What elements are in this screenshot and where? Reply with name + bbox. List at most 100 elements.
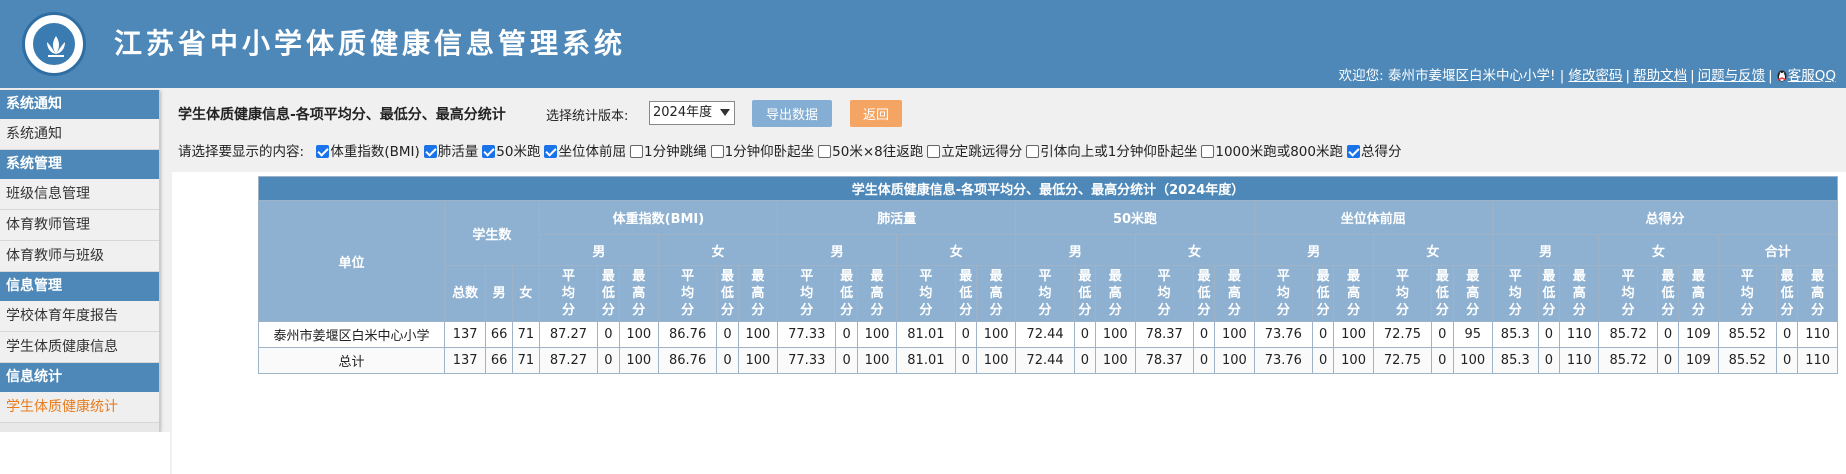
option-1[interactable]: 肺活量: [423, 140, 478, 160]
app-header: 江苏省中小学体质健康信息管理系统 欢迎您: 泰州市姜堰区白米中心小学! | 修改…: [0, 0, 1846, 88]
option-checkbox[interactable]: [316, 145, 330, 158]
option-6[interactable]: 50米×8往返跑: [818, 140, 923, 160]
value-cell: 100: [737, 347, 779, 374]
option-0[interactable]: 体重指数(BMI): [316, 140, 420, 160]
stat-sub-header: 最低分: [1775, 265, 1799, 322]
value-cell: 100: [975, 321, 1017, 348]
value-cell: 0: [1656, 321, 1680, 348]
sidebar-section-info: 信息管理: [0, 272, 159, 301]
value-cell: 100: [737, 321, 779, 348]
value-cell: 0: [1431, 347, 1454, 374]
option-label: 引体向上或1分钟仰卧起坐: [1040, 144, 1198, 160]
value-cell: 100: [618, 347, 659, 374]
option-checkbox[interactable]: [1201, 145, 1215, 158]
value-cell: 0: [1192, 321, 1216, 348]
option-checkbox[interactable]: [629, 145, 643, 158]
customer-qq-link[interactable]: 客服QQ: [1788, 68, 1836, 84]
stat-sub-header: 最低分: [1311, 265, 1335, 322]
value-cell: 77.33: [777, 347, 837, 374]
header-text: 最高分: [1227, 269, 1241, 318]
option-8[interactable]: 引体向上或1分钟仰卧起坐: [1026, 140, 1197, 160]
stat-sub-header: 最低分: [1192, 265, 1216, 322]
male-header: 男: [1491, 234, 1600, 266]
value-cell: 81.01: [896, 321, 956, 348]
female-header: 女: [1598, 234, 1719, 266]
header-text: 最高分: [1691, 269, 1705, 318]
feedback-link[interactable]: 问题与反馈: [1698, 68, 1766, 84]
option-checkbox[interactable]: [1026, 145, 1040, 158]
header-text: 平均分: [800, 269, 814, 318]
sidebar-item-annual-report[interactable]: 学校体育年度报告: [0, 301, 159, 332]
value-cell: 110: [1797, 321, 1838, 348]
value-cell: 0: [1073, 347, 1097, 374]
sidebar-item-health-stats[interactable]: 学生体质健康统计: [0, 392, 159, 423]
option-checkbox[interactable]: [927, 145, 941, 158]
header-text: 最高分: [1108, 269, 1122, 318]
header-text: 平均分: [561, 269, 575, 318]
option-2[interactable]: 50米跑: [482, 140, 540, 160]
female-header: 女: [1134, 234, 1255, 266]
header-text: 最高分: [1466, 269, 1480, 318]
option-5[interactable]: 1分钟仰卧起坐: [710, 140, 814, 160]
value-cell: 0: [716, 321, 739, 348]
stat-sub-header: 最低分: [954, 265, 977, 322]
option-10[interactable]: 总得分: [1346, 140, 1401, 160]
sidebar-item-system-notice[interactable]: 系统通知: [0, 119, 159, 150]
value-cell: 71: [512, 321, 540, 348]
sidebar-item-student-health-info[interactable]: 学生体质健康信息: [0, 332, 159, 363]
value-cell: 77.33: [777, 321, 837, 348]
sidebar-item-teacher-management[interactable]: 体育教师管理: [0, 210, 159, 241]
sidebar-item-teacher-class[interactable]: 体育教师与班级: [0, 241, 159, 272]
option-checkbox[interactable]: [423, 145, 437, 158]
option-7[interactable]: 立定跳远得分: [927, 140, 1022, 160]
sidebar-item-class-management[interactable]: 班级信息管理: [0, 179, 159, 210]
header-text: 平均分: [1740, 269, 1754, 318]
change-password-link[interactable]: 修改密码: [1569, 68, 1623, 84]
option-checkbox[interactable]: [710, 145, 724, 158]
value-cell: 100: [1095, 347, 1136, 374]
value-cell: 87.27: [538, 321, 599, 348]
table-row: 泰州市姜堰区白米中心小学 137 66 71 87.27 0 100 86.76 0 100 77.…: [258, 321, 1838, 348]
value-cell: 85.3: [1491, 321, 1539, 348]
option-checkbox[interactable]: [544, 145, 558, 158]
version-select[interactable]: 2024年度: [649, 101, 735, 125]
option-checkbox[interactable]: [1346, 145, 1360, 158]
display-options-label: 请选择要显示的内容:: [178, 144, 305, 160]
option-checkbox[interactable]: [482, 145, 496, 158]
header-text: 平均分: [1038, 269, 1052, 318]
back-button[interactable]: 返回: [850, 100, 902, 127]
header-text: 最低分: [1661, 269, 1675, 318]
header-text: 最高分: [870, 269, 884, 318]
stat-sub-header: 平均分: [538, 265, 599, 322]
male-header: 男: [777, 234, 898, 266]
item-header: 坐位体前屈: [1253, 200, 1493, 235]
male-header: 男: [538, 234, 659, 266]
header-text: 最低分: [1435, 269, 1449, 318]
header-text: 最高分: [751, 269, 765, 318]
help-docs-link[interactable]: 帮助文档: [1633, 68, 1687, 84]
value-cell: 100: [1214, 347, 1255, 374]
value-cell: 0: [1431, 321, 1454, 348]
value-cell: 72.75: [1372, 321, 1433, 348]
option-3[interactable]: 坐位体前屈: [544, 140, 626, 160]
stat-sub-header: 最高分: [1797, 265, 1838, 322]
option-4[interactable]: 1分钟跳绳: [629, 140, 707, 160]
option-9[interactable]: 1000米跑或800米跑: [1201, 140, 1343, 160]
header-text: 最低分: [720, 269, 734, 318]
value-cell: 0: [1192, 347, 1216, 374]
stat-sub-header: 最高分: [1678, 265, 1719, 322]
value-cell: 85.3: [1491, 347, 1539, 374]
header-text: 最高分: [1572, 269, 1586, 318]
header-text: 最高分: [989, 269, 1003, 318]
export-data-button[interactable]: 导出数据: [752, 100, 832, 127]
stat-sub-header: 最低分: [1073, 265, 1097, 322]
count-sub-header: 总数: [443, 265, 487, 322]
header-text: 最低分: [1078, 269, 1092, 318]
value-cell: 110: [1559, 321, 1600, 348]
header-text: 平均分: [1395, 269, 1409, 318]
option-checkbox[interactable]: [818, 145, 832, 158]
value-cell: 100: [1095, 321, 1136, 348]
item-header: 50米跑: [1015, 200, 1255, 235]
option-label: 坐位体前屈: [558, 144, 626, 160]
header-text: 最高分: [632, 269, 646, 318]
